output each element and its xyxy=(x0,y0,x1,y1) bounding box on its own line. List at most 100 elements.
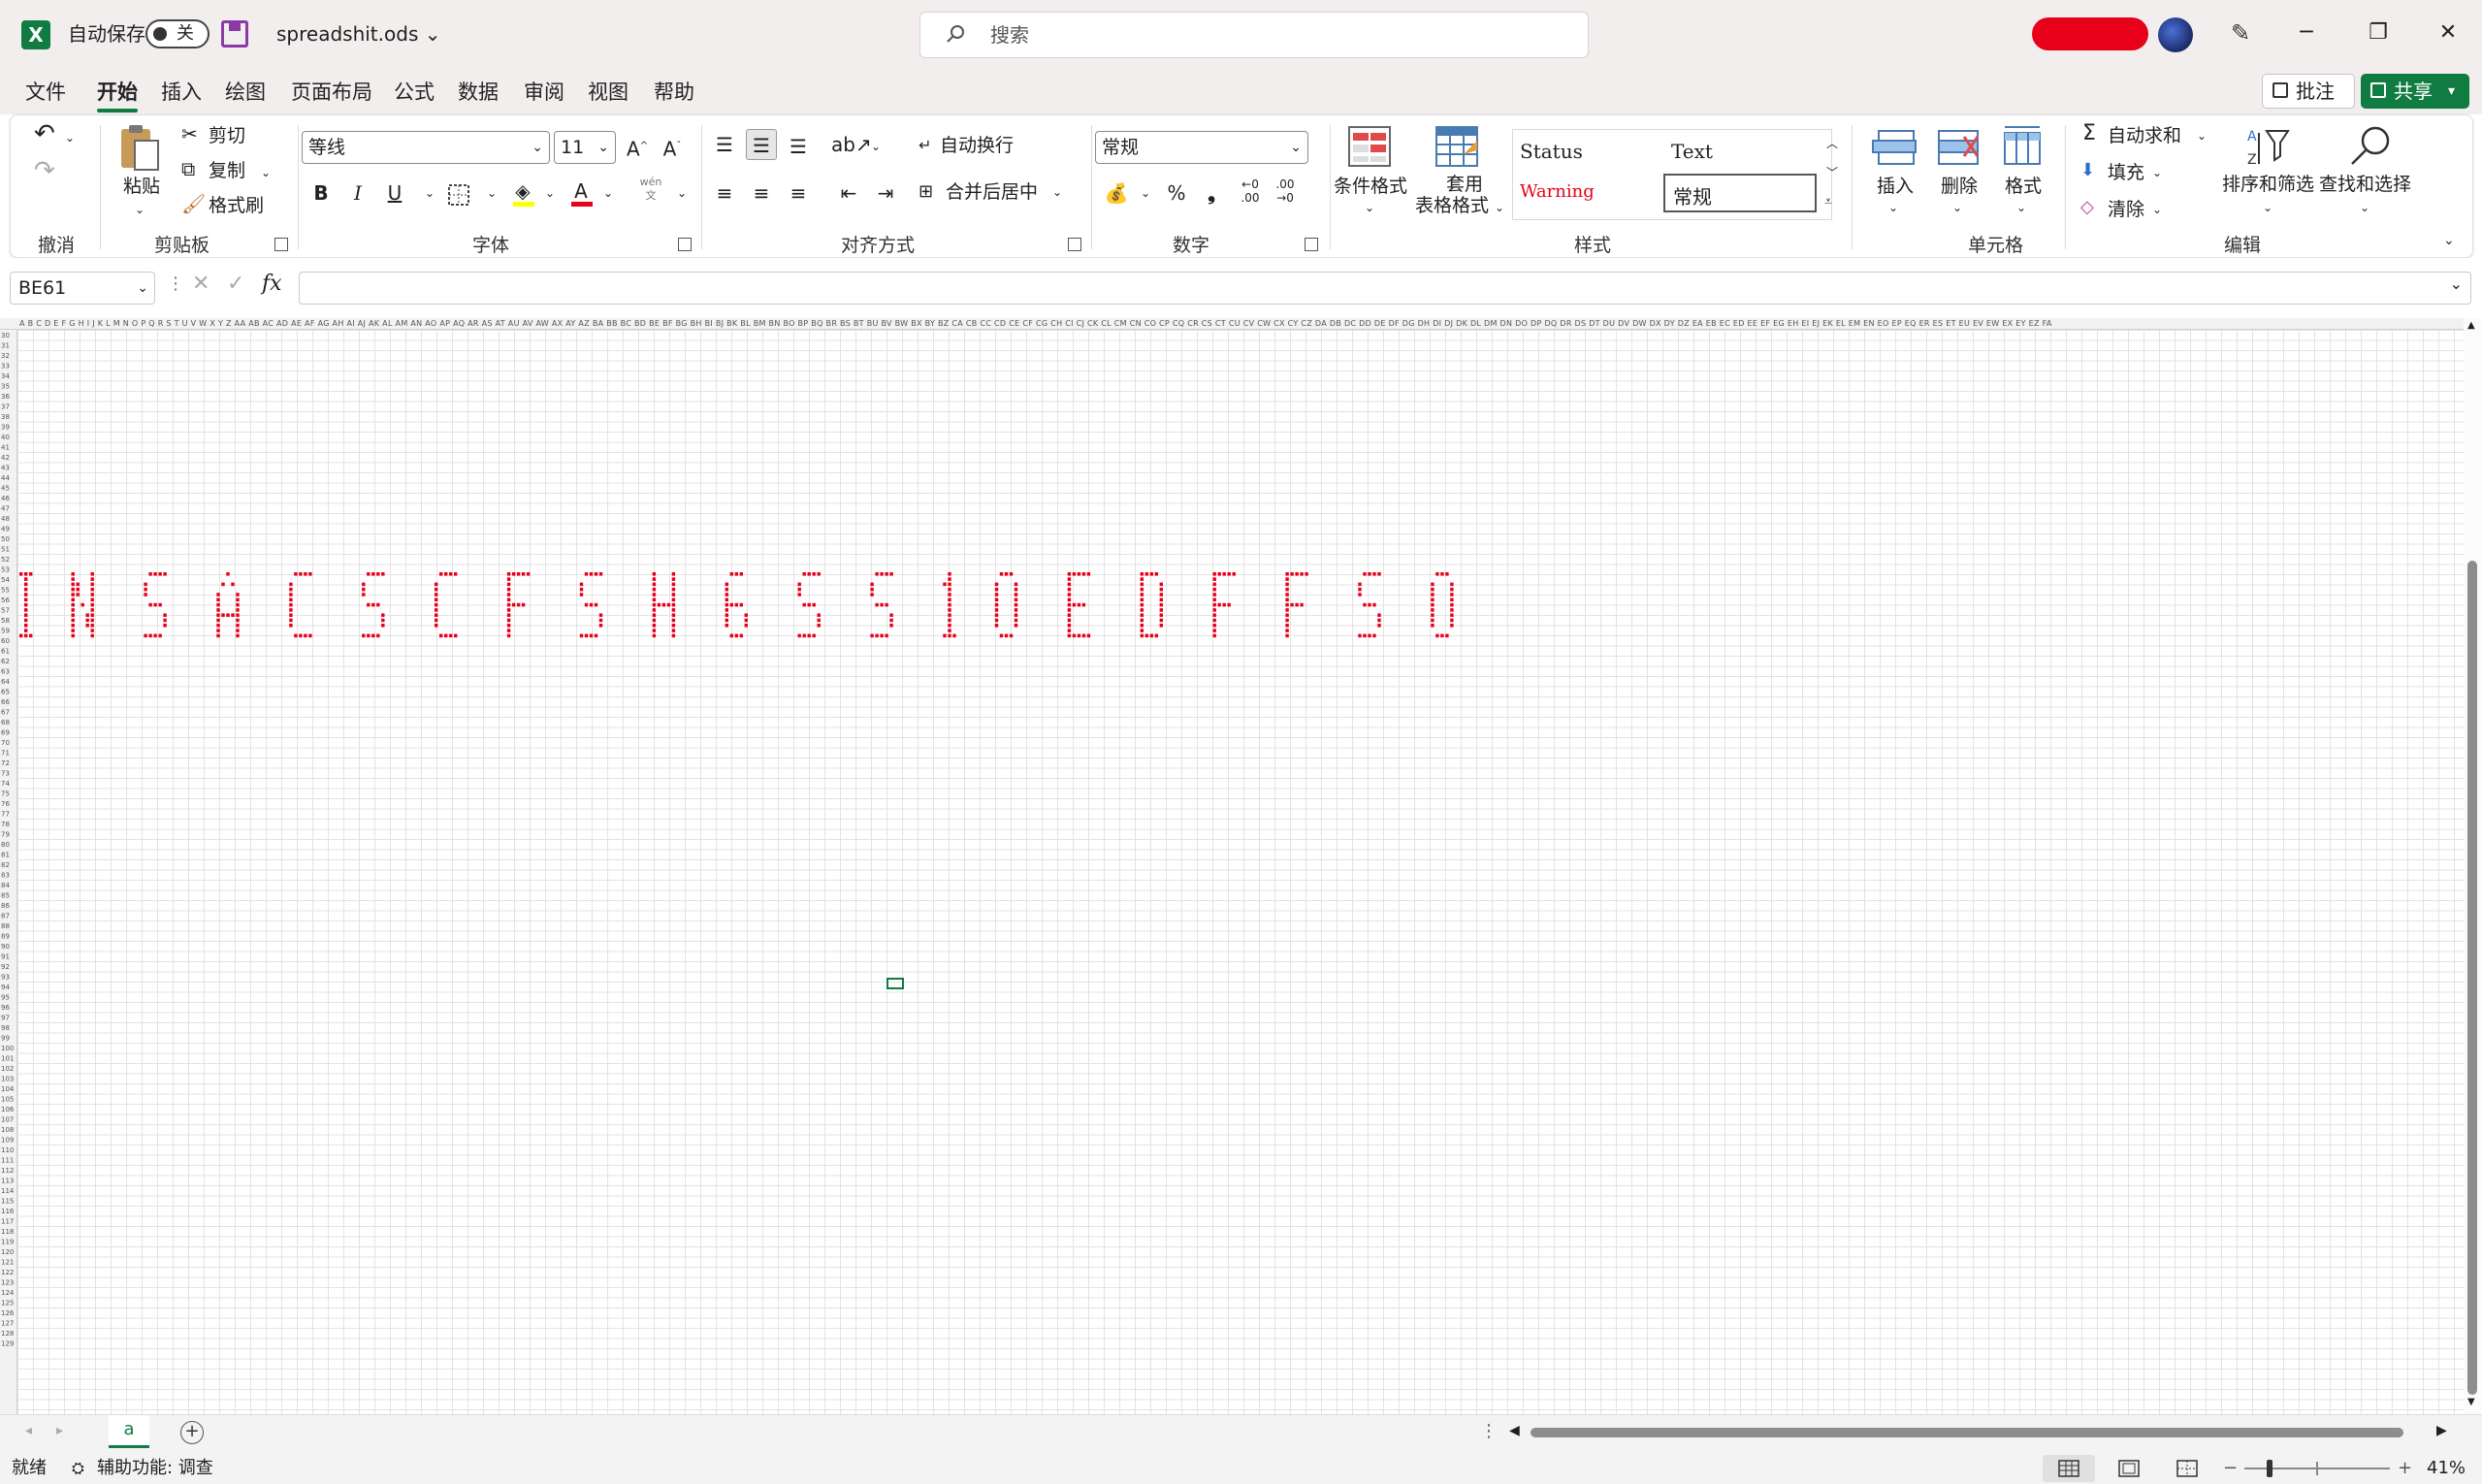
tab-insert[interactable]: 插入 xyxy=(161,78,202,107)
insert-function-icon[interactable]: fx xyxy=(262,272,282,296)
font-name-select[interactable]: 等线 ⌄ xyxy=(302,131,550,164)
more-options-icon[interactable]: ⋮ xyxy=(1480,1421,1498,1441)
clear-button[interactable]: 清除 xyxy=(2108,197,2144,222)
normal-view-button[interactable] xyxy=(2043,1455,2095,1482)
sort-filter-icon[interactable]: A Z xyxy=(2245,125,2292,168)
file-name-dropdown[interactable]: spreadshit.ods ⌄ xyxy=(276,19,440,48)
chevron-down-icon[interactable]: ⌄ xyxy=(261,160,271,185)
style-text[interactable]: Text xyxy=(1671,139,1713,164)
accessibility-status[interactable]: 辅助功能: 调查 xyxy=(97,1453,213,1484)
chevron-down-icon[interactable]: ⌄ xyxy=(2152,197,2162,222)
increase-indent-icon[interactable]: ⇥ xyxy=(870,177,901,209)
active-cell-cursor[interactable] xyxy=(886,978,904,989)
underline-icon[interactable]: U xyxy=(379,177,410,209)
percent-icon[interactable]: % xyxy=(1161,177,1192,209)
increase-font-size-icon[interactable]: A^ xyxy=(622,131,653,162)
dialog-launcher-icon[interactable] xyxy=(1305,238,1318,251)
conditional-formatting-icon[interactable] xyxy=(1347,125,1392,170)
tab-data[interactable]: 数据 xyxy=(458,78,499,107)
align-center-icon[interactable]: ≡ xyxy=(746,177,777,209)
chevron-down-icon[interactable]: ⌄ xyxy=(1888,195,1898,220)
find-select-button[interactable]: 查找和选择 xyxy=(2319,172,2411,197)
chevron-down-icon[interactable]: ⌄ xyxy=(1495,195,1504,220)
zoom-slider[interactable] xyxy=(2244,1460,2390,1477)
orientation-icon[interactable]: ab↗ xyxy=(831,129,872,160)
save-icon[interactable] xyxy=(221,20,248,48)
chevron-down-icon[interactable]: ⌄ xyxy=(65,125,75,150)
font-size-select[interactable]: 11 ⌄ xyxy=(554,131,616,164)
sort-filter-button[interactable]: 排序和筛选 xyxy=(2222,172,2314,197)
chevron-down-icon[interactable]: ⌄ xyxy=(135,197,145,222)
align-middle-icon[interactable]: ☰ xyxy=(746,129,777,160)
decrease-indent-icon[interactable]: ⇤ xyxy=(833,177,864,209)
comment-button[interactable]: 批注 xyxy=(2262,74,2355,109)
tab-help[interactable]: 帮助 xyxy=(654,78,694,107)
zoom-level[interactable]: 41% xyxy=(2427,1453,2466,1484)
chevron-down-icon[interactable]: ▾ xyxy=(2448,74,2455,109)
more-options-icon[interactable]: ⋮ xyxy=(167,274,184,294)
horizontal-scrollbar[interactable] xyxy=(1513,1425,2434,1440)
collapse-ribbon-icon[interactable]: ⌄ xyxy=(2443,228,2455,253)
gallery-up-icon[interactable]: ︿ xyxy=(1826,131,1838,156)
align-right-icon[interactable]: ≡ xyxy=(783,177,814,209)
zoom-in-icon[interactable]: + xyxy=(2398,1453,2412,1484)
number-format-select[interactable]: 常规 ⌄ xyxy=(1095,131,1308,164)
minimize-icon[interactable]: ─ xyxy=(2287,14,2326,52)
accounting-format-icon[interactable]: 💰 xyxy=(1101,177,1132,209)
chevron-down-icon[interactable]: ⌄ xyxy=(1952,195,1962,220)
gallery-down-icon[interactable]: ﹀ xyxy=(1826,160,1838,185)
chevron-down-icon[interactable]: ⌄ xyxy=(2263,195,2272,220)
decrease-decimal-icon[interactable]: .00 →0 xyxy=(1270,177,1301,209)
redo-icon[interactable]: ↷ xyxy=(34,158,55,183)
wrap-text-button[interactable]: 自动换行 xyxy=(940,133,1014,158)
autosum-button[interactable]: 自动求和 xyxy=(2108,123,2181,148)
cell-area[interactable] xyxy=(17,330,2464,1414)
comma-style-icon[interactable]: ❟ xyxy=(1196,177,1227,209)
format-as-table-line2[interactable]: 表格格式 xyxy=(1415,193,1489,218)
chevron-down-icon[interactable]: ⌄ xyxy=(414,177,445,209)
decrease-font-size-icon[interactable]: Aˇ xyxy=(657,131,688,162)
copy-button[interactable]: 复制 xyxy=(209,158,245,183)
format-cells-icon[interactable] xyxy=(2001,125,2044,168)
delete-cells-icon[interactable] xyxy=(1935,127,1982,168)
tab-home[interactable]: 开始 xyxy=(97,78,138,113)
tab-formulas[interactable]: 公式 xyxy=(394,78,435,107)
chevron-down-icon[interactable]: ⌄ xyxy=(2450,274,2463,293)
row-headers[interactable]: 30 31 32 33 34 35 36 37 38 39 40 41 42 43 44 45 46 47 48 49… xyxy=(0,330,17,1414)
chevron-down-icon[interactable]: ⌄ xyxy=(1052,179,1062,205)
share-button[interactable]: 共享 ▾ xyxy=(2361,74,2469,109)
page-break-preview-icon[interactable] xyxy=(2176,1460,2198,1477)
tab-review[interactable]: 审阅 xyxy=(524,78,564,107)
scroll-down-icon[interactable]: ▼ xyxy=(2467,1397,2475,1407)
chevron-down-icon[interactable]: ⌄ xyxy=(1130,177,1161,209)
page-layout-view-icon[interactable] xyxy=(2118,1460,2140,1477)
account-name-redacted[interactable] xyxy=(2032,17,2148,50)
style-status[interactable]: Status xyxy=(1520,139,1583,164)
style-normal-selected[interactable]: 常规 xyxy=(1663,174,1817,212)
insert-cells-icon[interactable] xyxy=(1871,127,1918,168)
chevron-down-icon[interactable]: ⌄ xyxy=(2016,195,2026,220)
dialog-launcher-icon[interactable] xyxy=(678,238,692,251)
paste-label[interactable]: 粘贴 xyxy=(123,174,160,199)
restore-icon[interactable]: ❐ xyxy=(2359,14,2398,52)
paste-icon[interactable] xyxy=(117,123,162,172)
align-left-icon[interactable]: ≡ xyxy=(709,177,740,209)
chevron-down-icon[interactable]: ⌄ xyxy=(2197,123,2207,148)
style-warning[interactable]: Warning xyxy=(1520,179,1595,205)
enter-icon[interactable]: ✓ xyxy=(227,272,244,296)
chevron-down-icon[interactable]: ⌄ xyxy=(476,177,507,209)
search-box[interactable]: 搜索 xyxy=(919,12,1589,58)
tab-view[interactable]: 视图 xyxy=(588,78,629,107)
chevron-down-icon[interactable]: ⌄ xyxy=(534,177,565,209)
zoom-slider-thumb[interactable] xyxy=(2266,1460,2272,1477)
close-icon[interactable]: ✕ xyxy=(2429,14,2467,52)
zoom-out-icon[interactable]: − xyxy=(2223,1453,2238,1484)
phonetic-guide-icon[interactable]: wén 文 xyxy=(635,176,666,207)
increase-decimal-icon[interactable]: ←0.00 xyxy=(1235,177,1266,209)
prev-sheet-icon[interactable]: ◂ xyxy=(25,1423,32,1438)
name-box[interactable]: BE61 ⌄ xyxy=(10,272,155,305)
avatar[interactable] xyxy=(2158,17,2193,52)
dialog-launcher-icon[interactable] xyxy=(274,238,288,251)
vertical-scrollbar[interactable]: ▲ ▼ xyxy=(2464,318,2482,1414)
chevron-down-icon[interactable]: ⌄ xyxy=(593,177,624,209)
